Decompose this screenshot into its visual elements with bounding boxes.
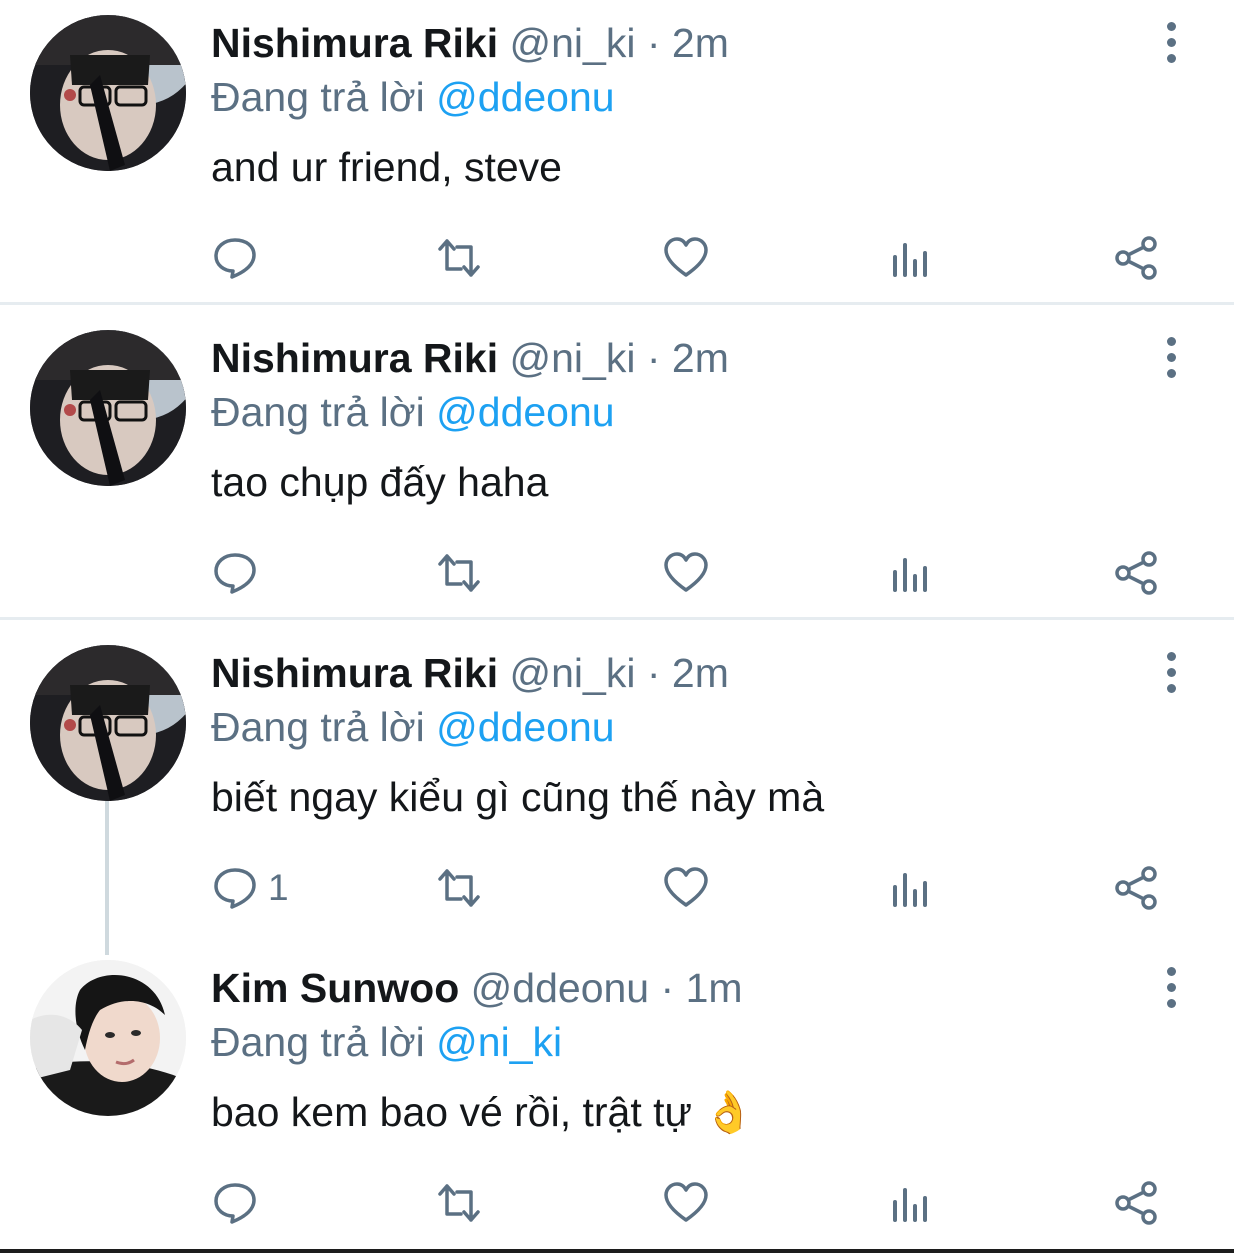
retweet-button[interactable] [436, 228, 482, 288]
display-name[interactable]: Nishimura Riki [211, 335, 498, 381]
display-name[interactable]: Kim Sunwoo [211, 965, 459, 1011]
reply-prefix: Đang trả lời [211, 704, 425, 750]
tweet-divider [0, 617, 1234, 620]
reply-mention-link[interactable]: @ddeonu [436, 704, 614, 750]
tweet-header: Nishimura Riki @ni_ki · 2m [211, 18, 729, 68]
analytics-button[interactable] [889, 858, 935, 918]
reply-button[interactable] [212, 543, 268, 603]
reply-mention-link[interactable]: @ni_ki [436, 1019, 562, 1065]
replying-to: Đang trả lời @ddeonu [211, 702, 615, 752]
reply-count: 1 [268, 867, 289, 908]
tweet-text: and ur friend, steve [211, 144, 562, 190]
reply-icon [214, 1183, 256, 1224]
share-button[interactable] [1113, 228, 1159, 288]
analytics-button[interactable] [889, 228, 935, 288]
separator-dot: · [660, 965, 675, 1011]
user-handle[interactable]: @ni_ki [510, 20, 636, 66]
analytics-button[interactable] [889, 543, 935, 603]
share-icon [1115, 551, 1157, 595]
tweet-header: Kim Sunwoo @ddeonu · 1m [211, 963, 743, 1013]
retweet-icon [438, 1184, 480, 1222]
timestamp[interactable]: 1m [686, 965, 743, 1011]
reply-icon [214, 553, 256, 594]
timestamp[interactable]: 2m [672, 650, 729, 696]
reply-icon [214, 868, 256, 909]
retweet-icon [438, 239, 480, 277]
user-handle[interactable]: @ddeonu [471, 965, 649, 1011]
tweet-actions [0, 228, 1234, 288]
replying-to: Đang trả lời @ddeonu [211, 72, 615, 122]
avatar[interactable] [30, 645, 186, 801]
avatar[interactable] [30, 15, 186, 171]
replying-to: Đang trả lời @ddeonu [211, 387, 615, 437]
tweet-actions [0, 543, 1234, 603]
avatar[interactable] [30, 330, 186, 486]
share-button[interactable] [1113, 858, 1159, 918]
more-options-icon[interactable] [1158, 652, 1184, 696]
share-button[interactable] [1113, 1173, 1159, 1233]
display-name[interactable]: Nishimura Riki [211, 20, 498, 66]
tweet-divider [0, 302, 1234, 305]
tweet-text: tao chụp đấy haha [211, 459, 549, 505]
like-icon [664, 867, 708, 907]
tweet-header: Nishimura Riki @ni_ki · 2m [211, 333, 729, 383]
tweet-text: bao kem bao vé rồi, trật tự 👌 [211, 1089, 755, 1135]
tweet-header: Nishimura Riki @ni_ki · 2m [211, 648, 729, 698]
share-button[interactable] [1113, 543, 1159, 603]
share-icon [1115, 1181, 1157, 1225]
reply-prefix: Đang trả lời [211, 1019, 425, 1065]
bottom-edge-bar [0, 1249, 1234, 1253]
tweet-actions: 1 [0, 858, 1234, 918]
reply-prefix: Đang trả lời [211, 74, 425, 120]
retweet-button[interactable] [436, 858, 482, 918]
reply-button[interactable]: 1 [212, 858, 289, 918]
like-button[interactable] [663, 228, 709, 288]
reply-mention-link[interactable]: @ddeonu [436, 389, 614, 435]
reply-prefix: Đang trả lời [211, 389, 425, 435]
analytics-button[interactable] [889, 1173, 935, 1233]
more-options-icon[interactable] [1158, 337, 1184, 381]
like-button[interactable] [663, 858, 709, 918]
retweet-button[interactable] [436, 543, 482, 603]
reply-mention-link[interactable]: @ddeonu [436, 74, 614, 120]
retweet-icon [438, 869, 480, 907]
tweet-actions [0, 1173, 1234, 1233]
like-button[interactable] [663, 543, 709, 603]
analytics-icon [893, 873, 927, 907]
tweet-text: biết ngay kiểu gì cũng thế này mà [211, 774, 825, 820]
like-icon [664, 237, 708, 277]
replying-to: Đang trả lời @ni_ki [211, 1017, 562, 1067]
reply-button[interactable] [212, 228, 268, 288]
analytics-icon [893, 1188, 927, 1222]
more-options-icon[interactable] [1158, 22, 1184, 66]
reply-button[interactable] [212, 1173, 268, 1233]
timestamp[interactable]: 2m [672, 20, 729, 66]
separator-dot: · [646, 650, 661, 696]
display-name[interactable]: Nishimura Riki [211, 650, 498, 696]
like-icon [664, 1182, 708, 1222]
analytics-icon [893, 243, 927, 277]
retweet-button[interactable] [436, 1173, 482, 1233]
more-options-icon[interactable] [1158, 967, 1184, 1011]
user-handle[interactable]: @ni_ki [510, 650, 636, 696]
analytics-icon [893, 558, 927, 592]
like-icon [664, 552, 708, 592]
separator-dot: · [646, 335, 661, 381]
share-icon [1115, 866, 1157, 910]
timestamp[interactable]: 2m [672, 335, 729, 381]
avatar[interactable] [30, 960, 186, 1116]
retweet-icon [438, 554, 480, 592]
like-button[interactable] [663, 1173, 709, 1233]
reply-icon [214, 238, 256, 279]
separator-dot: · [646, 20, 661, 66]
share-icon [1115, 236, 1157, 280]
user-handle[interactable]: @ni_ki [510, 335, 636, 381]
